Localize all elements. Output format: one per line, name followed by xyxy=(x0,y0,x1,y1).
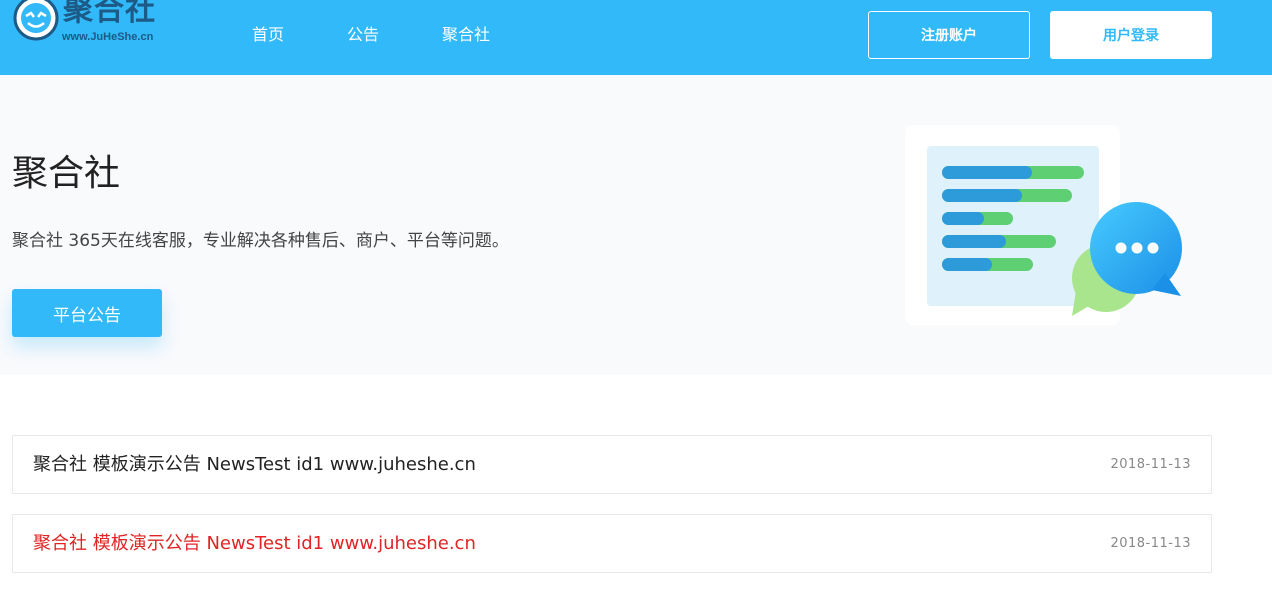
register-button[interactable]: 注册账户 xyxy=(868,11,1030,59)
logo-mark-icon xyxy=(13,0,59,41)
login-button[interactable]: 用户登录 xyxy=(1050,11,1212,59)
hero-title: 聚合社 xyxy=(12,153,121,194)
site-logo[interactable]: 聚合社 www.JuHeShe.cn xyxy=(13,0,183,46)
nav-juheshe[interactable]: 聚合社 xyxy=(442,24,490,46)
notice-date: 2018-11-13 xyxy=(1110,457,1191,472)
notice-item[interactable]: 聚合社 模板演示公告 NewsTest id1 www.juheshe.cn 2… xyxy=(12,514,1212,573)
top-header: 聚合社 www.JuHeShe.cn 首页 公告 聚合社 注册账户 用户登录 xyxy=(0,0,1272,75)
platform-announcement-button[interactable]: 平台公告 xyxy=(12,289,162,337)
logo-subtext: www.JuHeShe.cn xyxy=(62,31,154,43)
notice-title[interactable]: 聚合社 模板演示公告 NewsTest id1 www.juheshe.cn xyxy=(33,453,476,477)
notice-item[interactable]: 聚合社 模板演示公告 NewsTest id1 www.juheshe.cn 2… xyxy=(12,435,1212,494)
nav-home[interactable]: 首页 xyxy=(252,24,284,46)
hero-description: 聚合社 365天在线客服，专业解决各种售后、商户、平台等问题。 xyxy=(12,231,509,251)
hero-banner: 聚合社 聚合社 365天在线客服，专业解决各种售后、商户、平台等问题。 平台公告 xyxy=(0,75,1272,375)
chat-bubble-icon xyxy=(905,125,1182,325)
notice-title[interactable]: 聚合社 模板演示公告 NewsTest id1 www.juheshe.cn xyxy=(33,532,476,556)
logo-text: 聚合社 xyxy=(63,0,156,28)
nav-announcements[interactable]: 公告 xyxy=(347,24,379,46)
notice-date: 2018-11-13 xyxy=(1110,536,1191,551)
